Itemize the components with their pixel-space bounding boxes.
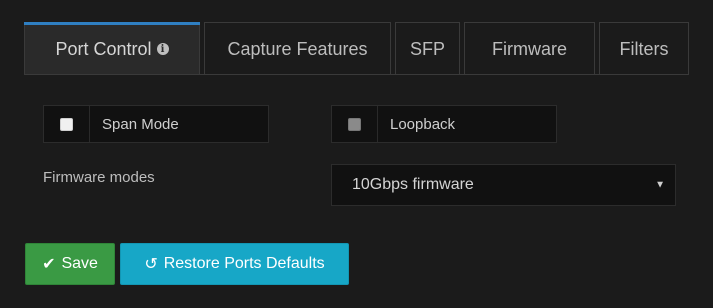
tab-divider (24, 74, 689, 75)
loopback-checkbox-wrapper (332, 106, 378, 142)
span-mode-checkbox[interactable] (60, 117, 73, 131)
info-icon[interactable]: i (156, 43, 169, 55)
save-button[interactable]: ✔ Save (25, 243, 115, 285)
span-mode-label: Span Mode (102, 115, 179, 133)
firmware-modes-select[interactable]: 10Gbps firmware ▼ (331, 164, 676, 206)
save-label: Save (61, 255, 98, 272)
tab-label: SFP (409, 38, 445, 59)
tab-sfp[interactable]: SFP (395, 22, 460, 75)
restore-ports-defaults-button[interactable]: ↺ Restore Ports Defaults (120, 243, 349, 285)
undo-icon: ↺ (144, 256, 158, 273)
chevron-down-icon: ▼ (655, 179, 665, 191)
span-mode-checkbox-wrapper (44, 106, 90, 142)
tab-label: Filters (619, 38, 669, 59)
loopback-label: Loopback (390, 115, 456, 133)
check-icon: ✔ (42, 256, 56, 273)
tab-capture-features[interactable]: Capture Features (204, 22, 391, 75)
firmware-modes-label: Firmware modes (43, 169, 155, 186)
restore-label: Restore Ports Defaults (163, 255, 325, 272)
port-settings-panel: Port Control i Capture Features SFP Firm… (0, 0, 713, 308)
span-mode-field: Span Mode (43, 105, 269, 143)
tab-label: Port Control (55, 38, 152, 59)
tab-firmware[interactable]: Firmware (464, 22, 595, 75)
tab-bar: Port Control i Capture Features SFP Firm… (24, 22, 693, 75)
tab-label: Firmware (492, 38, 567, 59)
tab-label: Capture Features (227, 38, 368, 59)
loopback-checkbox[interactable] (348, 117, 361, 131)
tab-port-control[interactable]: Port Control i (24, 22, 200, 75)
tab-filters[interactable]: Filters (599, 22, 689, 75)
loopback-field: Loopback (331, 105, 557, 143)
firmware-modes-value: 10Gbps firmware (352, 176, 474, 193)
